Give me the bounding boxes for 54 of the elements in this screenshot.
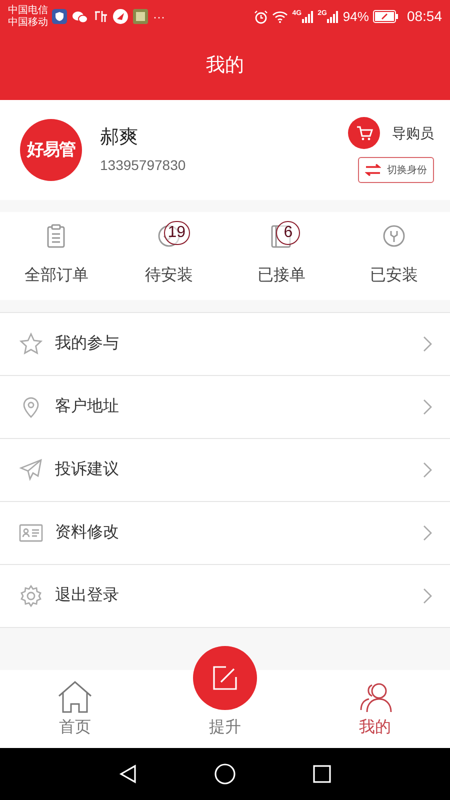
recents-icon [312, 764, 332, 784]
tab-item[interactable]: 我的 [300, 670, 450, 748]
menu-item[interactable]: 投诉建议 [0, 439, 450, 502]
clock: 08:54 [406, 7, 442, 26]
edit-icon [212, 665, 238, 691]
role-label: 导购员 [392, 124, 434, 142]
order-status-tab[interactable]: 全部订单 [0, 212, 112, 300]
home-icon [57, 680, 93, 714]
tab-item[interactable]: 首页 [0, 670, 150, 748]
battery-percent: 94% [342, 8, 369, 26]
tab-item[interactable]: 提升 [150, 670, 300, 748]
carrier-label: 中国电信 [8, 4, 48, 16]
chevron-right-icon [423, 399, 432, 415]
menu-item[interactable]: 客户地址 [0, 376, 450, 439]
count-badge: 6 [276, 221, 300, 245]
menu-label: 投诉建议 [55, 460, 120, 480]
wifi-icon [272, 10, 288, 23]
switch-identity-button[interactable]: 切换身份 [358, 157, 434, 183]
page-title: 我的 [206, 54, 244, 78]
chat-icon [72, 10, 88, 24]
menu-label: 客户地址 [55, 396, 120, 417]
back-icon [118, 764, 138, 784]
menu-label: 我的参与 [55, 334, 120, 354]
cart-icon [348, 117, 380, 149]
menu-label: 资料修改 [55, 522, 120, 543]
more-notifications: ··· [153, 8, 165, 26]
chevron-right-icon [423, 588, 432, 604]
shield-icon [52, 9, 67, 24]
app-logo: 好易管 [20, 119, 82, 181]
carrier-label: 中国移动 [8, 16, 48, 28]
chevron-right-icon [423, 336, 432, 352]
gear-icon [19, 584, 43, 608]
order-status-tab[interactable]: 6 已接单 [225, 212, 338, 300]
menu-label: 退出登录 [55, 586, 120, 606]
phone-number: 13395797830 [100, 156, 186, 175]
order-status-tab[interactable]: 19 待安装 [112, 212, 225, 300]
signal-icon [326, 10, 339, 23]
notebook-icon [269, 224, 294, 248]
star-icon [19, 332, 43, 356]
user-name: 郝爽 [100, 126, 139, 150]
alarm-icon [254, 10, 268, 24]
order-status-tab[interactable]: 已安装 [338, 212, 450, 300]
signal-icon [302, 10, 314, 23]
plane-icon [19, 458, 43, 482]
photo-app-icon [133, 9, 148, 24]
chevron-right-icon [423, 525, 432, 541]
menu-item[interactable]: 资料修改 [0, 502, 450, 565]
chevron-right-icon [423, 462, 432, 478]
count-badge: 19 [164, 221, 190, 245]
home-circle-icon [214, 763, 236, 785]
menu-item[interactable]: 退出登录 [0, 565, 450, 628]
battery-icon [372, 10, 399, 23]
menu-item[interactable]: 我的参与 [0, 313, 450, 376]
swap-icon [365, 164, 381, 176]
